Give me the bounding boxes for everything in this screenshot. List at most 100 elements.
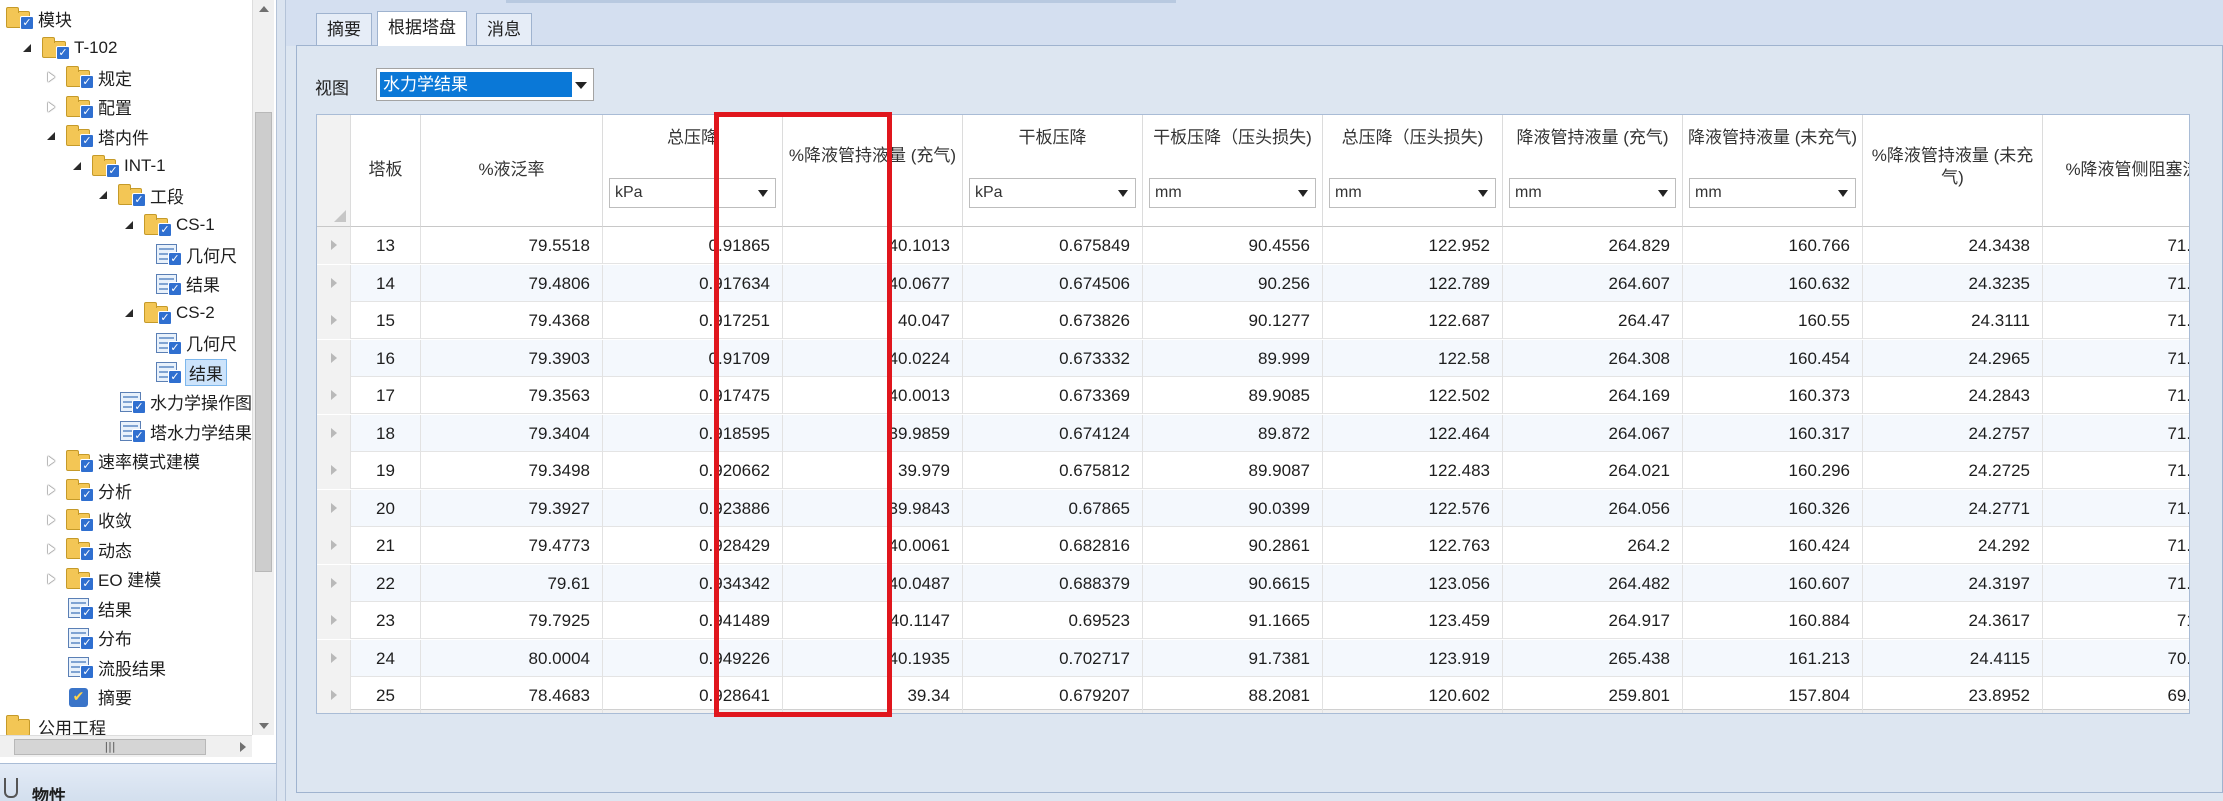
tree-item[interactable]: ✓ INT-1 xyxy=(70,152,166,180)
tree-item[interactable]: ✓ 水力学操作图 xyxy=(96,388,252,416)
tree-item[interactable]: ✓ 模块 xyxy=(0,4,72,32)
select-all-corner[interactable] xyxy=(317,115,351,227)
value-cell[interactable]: 160.766 xyxy=(1683,227,1863,264)
value-cell[interactable]: 24.2843 xyxy=(1863,377,2043,414)
value-cell[interactable]: 0.673369 xyxy=(963,377,1143,414)
value-cell[interactable]: 122.58 xyxy=(1323,339,1503,377)
value-cell[interactable]: 160.454 xyxy=(1683,339,1863,377)
value-cell[interactable]: 0.674124 xyxy=(963,414,1143,452)
tree-item[interactable]: ✓ 分析 xyxy=(44,476,132,504)
tree-item[interactable]: ✓ 配置 xyxy=(44,93,132,121)
row-selector[interactable] xyxy=(317,677,351,713)
value-cell[interactable]: 79.3563 xyxy=(421,377,603,414)
value-cell[interactable]: 79.7925 xyxy=(421,602,603,639)
collapsed-arrow-icon[interactable] xyxy=(44,513,58,527)
value-cell[interactable]: 79.3498 xyxy=(421,452,603,489)
value-cell[interactable]: 40.0677 xyxy=(783,264,963,302)
value-cell[interactable]: 122.789 xyxy=(1323,264,1503,302)
value-cell[interactable]: 24.292 xyxy=(1863,527,2043,564)
value-cell[interactable]: 122.687 xyxy=(1323,302,1503,339)
value-cell[interactable]: 89.9085 xyxy=(1143,377,1323,414)
value-cell[interactable]: 0.69523 xyxy=(963,602,1143,639)
value-cell[interactable]: 24.2725 xyxy=(1863,452,2043,489)
tree-item[interactable]: ✔ 摘要 xyxy=(44,683,132,711)
value-cell[interactable]: 79.4806 xyxy=(421,264,603,302)
expanded-arrow-icon[interactable] xyxy=(70,159,84,173)
value-cell[interactable]: 0.949226 xyxy=(603,639,783,677)
value-cell[interactable]: 264.308 xyxy=(1503,339,1683,377)
value-cell[interactable]: 161.213 xyxy=(1683,639,1863,677)
value-cell[interactable]: 79.3903 xyxy=(421,339,603,377)
column-header[interactable]: 干板压降（压头损失) mm xyxy=(1143,115,1323,227)
column-header[interactable]: 总压降（压头损失) mm xyxy=(1323,115,1503,227)
tree-item[interactable]: ✓ 工段 xyxy=(96,181,184,209)
value-cell[interactable]: 24.3197 xyxy=(1863,564,2043,602)
expanded-arrow-icon[interactable] xyxy=(44,129,58,143)
value-cell[interactable]: 160.55 xyxy=(1683,302,1863,339)
table-row[interactable]: 22 79.61 0.934342 40.0487 0.688379 90.6615 123… xyxy=(317,564,2189,602)
value-cell[interactable]: 39.9859 xyxy=(783,414,963,452)
table-row[interactable]: 16 79.3903 0.91709 40.0224 0.673332 89.999 122… xyxy=(317,339,2189,377)
row-selector[interactable] xyxy=(317,527,351,564)
value-cell[interactable]: 160.884 xyxy=(1683,602,1863,639)
tree-item[interactable]: ✓ 塔水力学结果 xyxy=(96,417,252,445)
value-cell[interactable]: 0.702717 xyxy=(963,639,1143,677)
value-cell[interactable]: 91.1665 xyxy=(1143,602,1323,639)
column-header[interactable]: 降液管持液量 (充气) mm xyxy=(1503,115,1683,227)
value-cell[interactable]: 24.3617 xyxy=(1863,602,2043,639)
value-cell[interactable]: 264.056 xyxy=(1503,489,1683,527)
stage-cell[interactable]: 23 xyxy=(351,602,421,639)
value-cell[interactable]: 0.673332 xyxy=(963,339,1143,377)
value-cell[interactable]: 40.0487 xyxy=(783,564,963,602)
value-cell[interactable]: 90.4556 xyxy=(1143,227,1323,264)
value-cell[interactable]: 24.2965 xyxy=(1863,339,2043,377)
value-cell[interactable]: 40.1935 xyxy=(783,639,963,677)
value-cell[interactable]: 259.801 xyxy=(1503,677,1683,713)
value-cell[interactable]: 40.0013 xyxy=(783,377,963,414)
stage-cell[interactable]: 21 xyxy=(351,527,421,564)
value-cell[interactable]: 39.34 xyxy=(783,677,963,713)
value-cell[interactable]: 89.999 xyxy=(1143,339,1323,377)
scroll-thumb[interactable]: ||| xyxy=(341,713,1059,714)
value-cell[interactable]: 90.1277 xyxy=(1143,302,1323,339)
value-cell[interactable]: 122.464 xyxy=(1323,414,1503,452)
stage-cell[interactable]: 15 xyxy=(351,302,421,339)
value-cell[interactable]: 24.2757 xyxy=(1863,414,2043,452)
value-cell[interactable]: 264.917 xyxy=(1503,602,1683,639)
value-cell[interactable]: 122.763 xyxy=(1323,527,1503,564)
row-selector[interactable] xyxy=(317,639,351,677)
value-cell[interactable]: 264.47 xyxy=(1503,302,1683,339)
value-cell[interactable]: 79.4368 xyxy=(421,302,603,339)
value-cell[interactable]: 0.917634 xyxy=(603,264,783,302)
value-cell[interactable]: 24.2771 xyxy=(1863,489,2043,527)
table-row[interactable]: 18 79.3404 0.918595 39.9859 0.674124 89.872 12… xyxy=(317,414,2189,452)
scroll-right-icon[interactable] xyxy=(240,742,246,752)
value-cell[interactable]: 160.326 xyxy=(1683,489,1863,527)
nav-horizontal-scrollbar[interactable]: ||| xyxy=(0,735,252,757)
table-row[interactable]: 15 79.4368 0.917251 40.047 0.673826 90.1277 12… xyxy=(317,302,2189,339)
value-cell[interactable]: 160.424 xyxy=(1683,527,1863,564)
tree-item[interactable]: ✓ 分布 xyxy=(44,624,132,652)
value-cell[interactable]: 40.1147 xyxy=(783,602,963,639)
stage-cell[interactable]: 18 xyxy=(351,414,421,452)
collapsed-arrow-icon[interactable] xyxy=(44,70,58,84)
value-cell[interactable]: 0.928429 xyxy=(603,527,783,564)
value-cell[interactable]: 123.459 xyxy=(1323,602,1503,639)
table-row[interactable]: 23 79.7925 0.941489 40.1147 0.69523 91.1665 12… xyxy=(317,602,2189,639)
value-cell[interactable]: 71.50 xyxy=(2043,452,2189,489)
collapsed-arrow-icon[interactable] xyxy=(44,572,58,586)
value-cell[interactable]: 88.2081 xyxy=(1143,677,1323,713)
value-cell[interactable]: 71.0 xyxy=(2043,602,2189,639)
value-cell[interactable]: 264.2 xyxy=(1503,527,1683,564)
value-cell[interactable]: 71.41 xyxy=(2043,490,2189,527)
nav-vertical-scrollbar[interactable] xyxy=(252,0,274,735)
table-row[interactable]: 17 79.3563 0.917475 40.0013 0.673369 89.9085 1… xyxy=(317,377,2189,414)
value-cell[interactable]: 160.373 xyxy=(1683,377,1863,414)
stage-cell[interactable]: 14 xyxy=(351,264,421,302)
scroll-thumb[interactable] xyxy=(255,112,272,572)
value-cell[interactable]: 0.673826 xyxy=(963,302,1143,339)
tree-item[interactable]: ✓ T-102 xyxy=(20,34,117,62)
column-header[interactable]: 干板压降 kPa xyxy=(963,115,1143,227)
value-cell[interactable]: 40.1013 xyxy=(783,227,963,264)
value-cell[interactable]: 40.047 xyxy=(783,302,963,339)
